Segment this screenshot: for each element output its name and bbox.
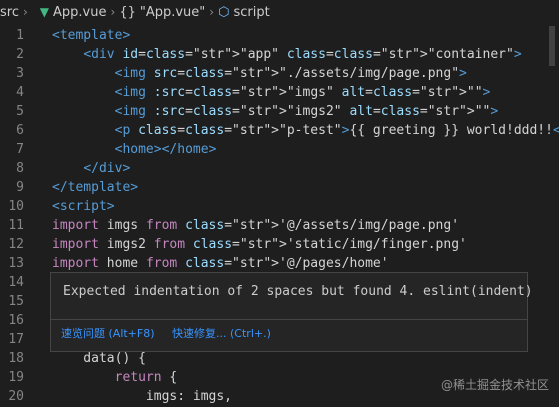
breadcrumb-file-label: App.vue (53, 4, 107, 20)
code-text: return { (114, 370, 178, 385)
breadcrumb-script-label: script (233, 4, 270, 20)
chevron-right-icon: › (110, 5, 116, 19)
line-number: 4 (16, 85, 24, 100)
code-text: import home from class="str">'@/pages/ho… (52, 256, 389, 271)
code-line[interactable]: 10 <script> (0, 197, 559, 216)
peek-problem-link[interactable]: 速览问题 (Alt+F8) (61, 327, 155, 340)
line-number: 14 (8, 275, 24, 290)
braces-icon: {} (119, 4, 136, 20)
line-number: 3 (16, 66, 24, 81)
line-number: 18 (8, 351, 24, 366)
watermark: @稀土掘金技术社区 (440, 378, 549, 392)
line-number: 9 (16, 180, 24, 195)
code-text: <img :src=class="str">"imgs2" alt=class=… (114, 104, 499, 119)
code-text: </div> (83, 161, 131, 176)
line-number: 5 (16, 104, 24, 119)
line-number: 17 (8, 332, 24, 347)
line-number: 2 (16, 47, 24, 62)
code-text: <p class=class="str">"p-test">{{ greetin… (114, 123, 559, 138)
hover-actions: 速览问题 (Alt+F8) 快速修复... (Ctrl+.) (61, 323, 285, 345)
line-number: 8 (16, 161, 24, 176)
code-line[interactable]: 4 <img :src=class="str">"imgs" alt=class… (0, 83, 559, 102)
breadcrumb-src[interactable]: src (0, 5, 19, 20)
vue-icon: ▼ (39, 5, 50, 19)
code-line[interactable]: 6 <p class=class="str">"p-test">{{ greet… (0, 121, 559, 140)
line-number: 19 (8, 370, 24, 385)
code-text: <img src=class="str">"./assets/img/page.… (114, 66, 467, 81)
code-text: <template> (52, 28, 131, 43)
code-text: imgs: imgs, (52, 389, 233, 404)
breadcrumb-module-label: "App.vue" (139, 4, 206, 20)
line-number: 1 (16, 28, 24, 43)
code-text: import imgs2 from class="str">'static/im… (52, 237, 467, 252)
line-number: 10 (8, 199, 24, 214)
breadcrumb-module[interactable]: {} "App.vue" (119, 5, 205, 20)
code-text: import imgs from class="str">'@/assets/i… (52, 218, 460, 233)
code-line[interactable]: 11 import imgs from class="str">'@/assets… (0, 216, 559, 235)
code-line[interactable]: 9 </template> (0, 178, 559, 197)
cube-icon: ⬡ (218, 4, 230, 20)
line-number: 11 (8, 218, 24, 233)
code-line[interactable]: 8 </div> (0, 159, 559, 178)
code-text: <home></home> (114, 142, 217, 157)
code-line[interactable]: 5 <img :src=class="str">"imgs2" alt=clas… (0, 102, 559, 121)
breadcrumb-script[interactable]: ⬡ script (218, 5, 270, 20)
code-text: <script> (52, 199, 115, 214)
line-number: 12 (8, 237, 24, 252)
code-text: </template> (52, 180, 139, 195)
quick-fix-link[interactable]: 快速修复... (Ctrl+.) (172, 327, 271, 340)
code-line[interactable]: 13 import home from class="str">'@/pages/… (0, 254, 559, 273)
code-line[interactable]: 1 <template> (0, 26, 559, 45)
code-text: <div id=class="str">"app" class=class="s… (83, 47, 522, 62)
line-number: 7 (16, 142, 24, 157)
line-number: 6 (16, 123, 24, 138)
breadcrumb-file[interactable]: ▼ App.vue (40, 5, 107, 20)
code-line[interactable]: 3 <img src=class="str">"./assets/img/pag… (0, 64, 559, 83)
chevron-right-icon: › (209, 5, 215, 19)
breadcrumb: src › ▼ App.vue › {} "App.vue" › ⬡ scrip… (0, 0, 559, 24)
line-number: 16 (8, 313, 24, 328)
lint-rule[interactable]: eslint(indent) (423, 284, 533, 299)
line-number: 13 (8, 256, 24, 271)
lint-hover-widget: Expected indentation of 2 spaces but fou… (50, 272, 533, 352)
breadcrumb-src-label: src (0, 4, 19, 20)
code-line[interactable]: 12 import imgs2 from class="str">'static/… (0, 235, 559, 254)
line-number: 20 (8, 389, 24, 404)
code-line[interactable]: 2 <div id=class="str">"app" class=class=… (0, 45, 559, 64)
code-text: <img :src=class="str">"imgs" alt=class="… (114, 85, 491, 100)
code-line[interactable]: 7 <home></home> (0, 140, 559, 159)
lint-message: Expected indentation of 2 spaces but fou… (63, 281, 533, 303)
lint-message-text: Expected indentation of 2 spaces but fou… (63, 284, 416, 299)
scrollbar-thumb[interactable] (549, 26, 555, 66)
chevron-right-icon: › (22, 5, 28, 19)
hover-divider (51, 319, 527, 320)
line-number: 15 (8, 294, 24, 309)
